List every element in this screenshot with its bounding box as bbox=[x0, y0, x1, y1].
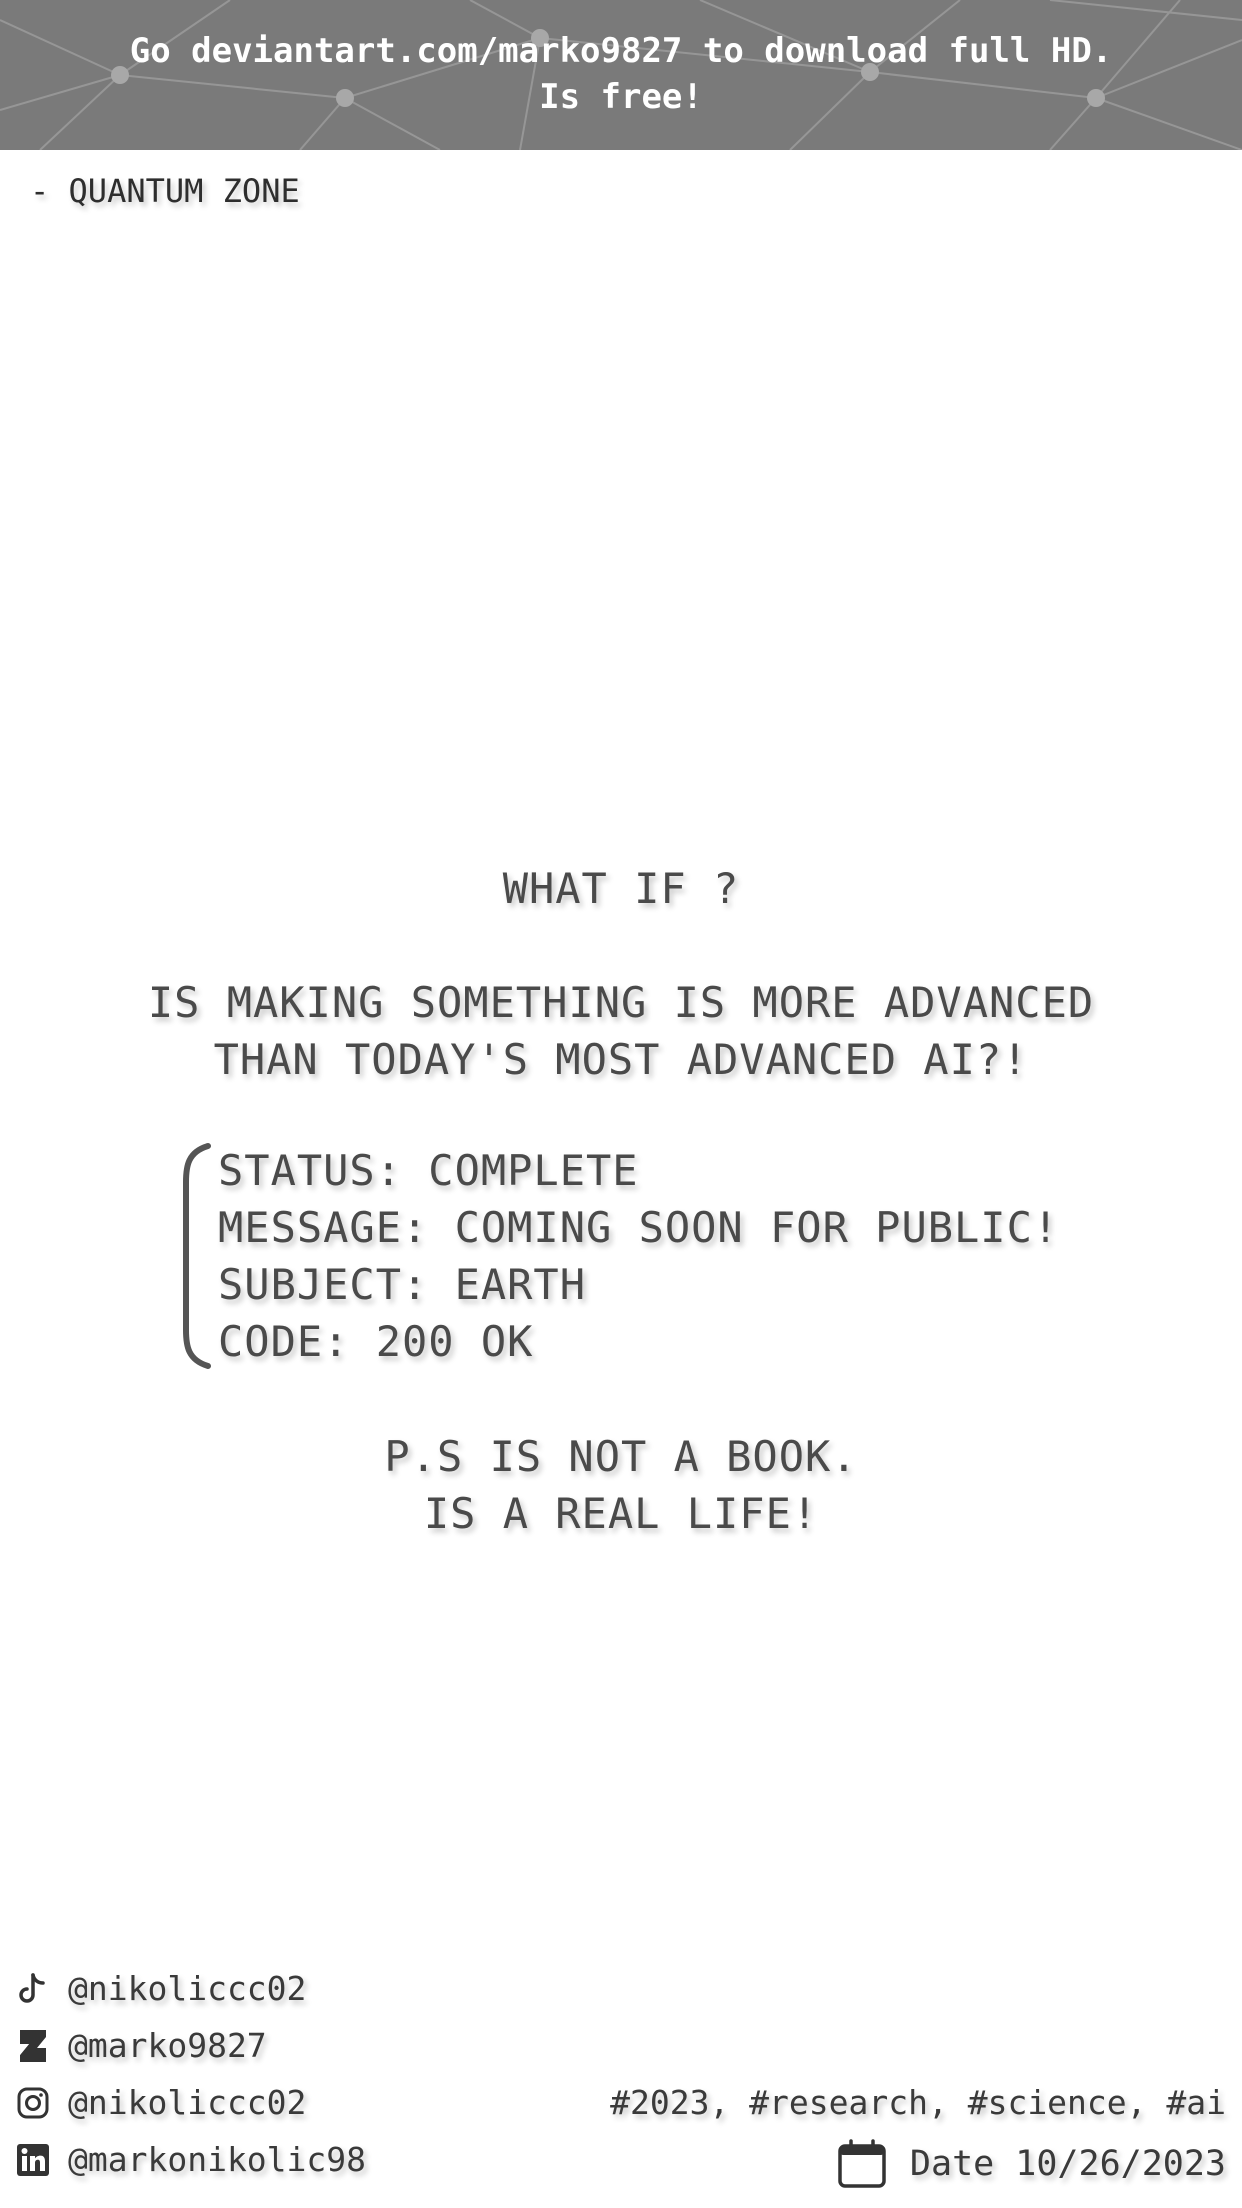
headline-line-2: THAN TODAY'S MOST ADVANCED AI?! bbox=[213, 1035, 1029, 1084]
message-line: MESSAGE: COMING SOON FOR PUBLIC! bbox=[218, 1203, 1060, 1252]
headline-question: WHAT IF ? bbox=[502, 864, 740, 913]
date-row: Date 10/26/2023 bbox=[836, 2138, 1226, 2190]
linkedin-icon bbox=[14, 2141, 52, 2179]
status-line: STATUS: COMPLETE bbox=[218, 1146, 639, 1195]
social-tiktok[interactable]: @nikoliccc02 bbox=[14, 1960, 366, 2017]
ps-line-1: P.S IS NOT A BOOK. bbox=[384, 1432, 858, 1481]
calendar-icon bbox=[836, 2138, 888, 2190]
social-handle: @nikoliccc02 bbox=[68, 1969, 307, 2008]
social-instagram[interactable]: @nikoliccc02 bbox=[14, 2074, 366, 2131]
bracket-icon bbox=[183, 1143, 211, 1369]
social-handle: @markonikolic98 bbox=[68, 2140, 367, 2179]
download-banner[interactable]: Go deviantart.com/marko9827 to download … bbox=[0, 0, 1242, 150]
banner-line-1: Go deviantart.com/marko9827 to download … bbox=[129, 31, 1113, 71]
status-block: STATUS: COMPLETE MESSAGE: COMING SOON FO… bbox=[180, 1142, 1100, 1370]
headline-line-1: IS MAKING SOMETHING IS MORE ADVANCED bbox=[147, 978, 1095, 1027]
deviantart-icon bbox=[14, 2027, 52, 2065]
headline: WHAT IF ? IS MAKING SOMETHING IS MORE AD… bbox=[0, 860, 1242, 1088]
status-lines: STATUS: COMPLETE MESSAGE: COMING SOON FO… bbox=[218, 1142, 1059, 1370]
date-text: Date 10/26/2023 bbox=[909, 2144, 1226, 2184]
social-handle: @marko9827 bbox=[68, 2026, 267, 2065]
postscript: P.S IS NOT A BOOK. IS A REAL LIFE! bbox=[0, 1428, 1242, 1542]
social-links: @nikoliccc02 @marko9827 @nikoliccc02 @ma… bbox=[14, 1960, 366, 2188]
banner-text: Go deviantart.com/marko9827 to download … bbox=[0, 28, 1242, 120]
tiktok-icon bbox=[14, 1970, 52, 2008]
hashtags: #2023, #research, #science, #ai bbox=[610, 2083, 1226, 2122]
brand-title: - QUANTUM ZONE bbox=[30, 172, 300, 210]
subject-line: SUBJECT: EARTH bbox=[218, 1260, 587, 1309]
code-line: CODE: 200 OK bbox=[218, 1317, 534, 1366]
instagram-icon bbox=[14, 2084, 52, 2122]
social-linkedin[interactable]: @markonikolic98 bbox=[14, 2131, 366, 2188]
banner-line-2: Is free! bbox=[539, 77, 703, 117]
social-deviantart[interactable]: @marko9827 bbox=[14, 2017, 366, 2074]
ps-line-2: IS A REAL LIFE! bbox=[423, 1489, 819, 1538]
social-handle: @nikoliccc02 bbox=[68, 2083, 307, 2122]
